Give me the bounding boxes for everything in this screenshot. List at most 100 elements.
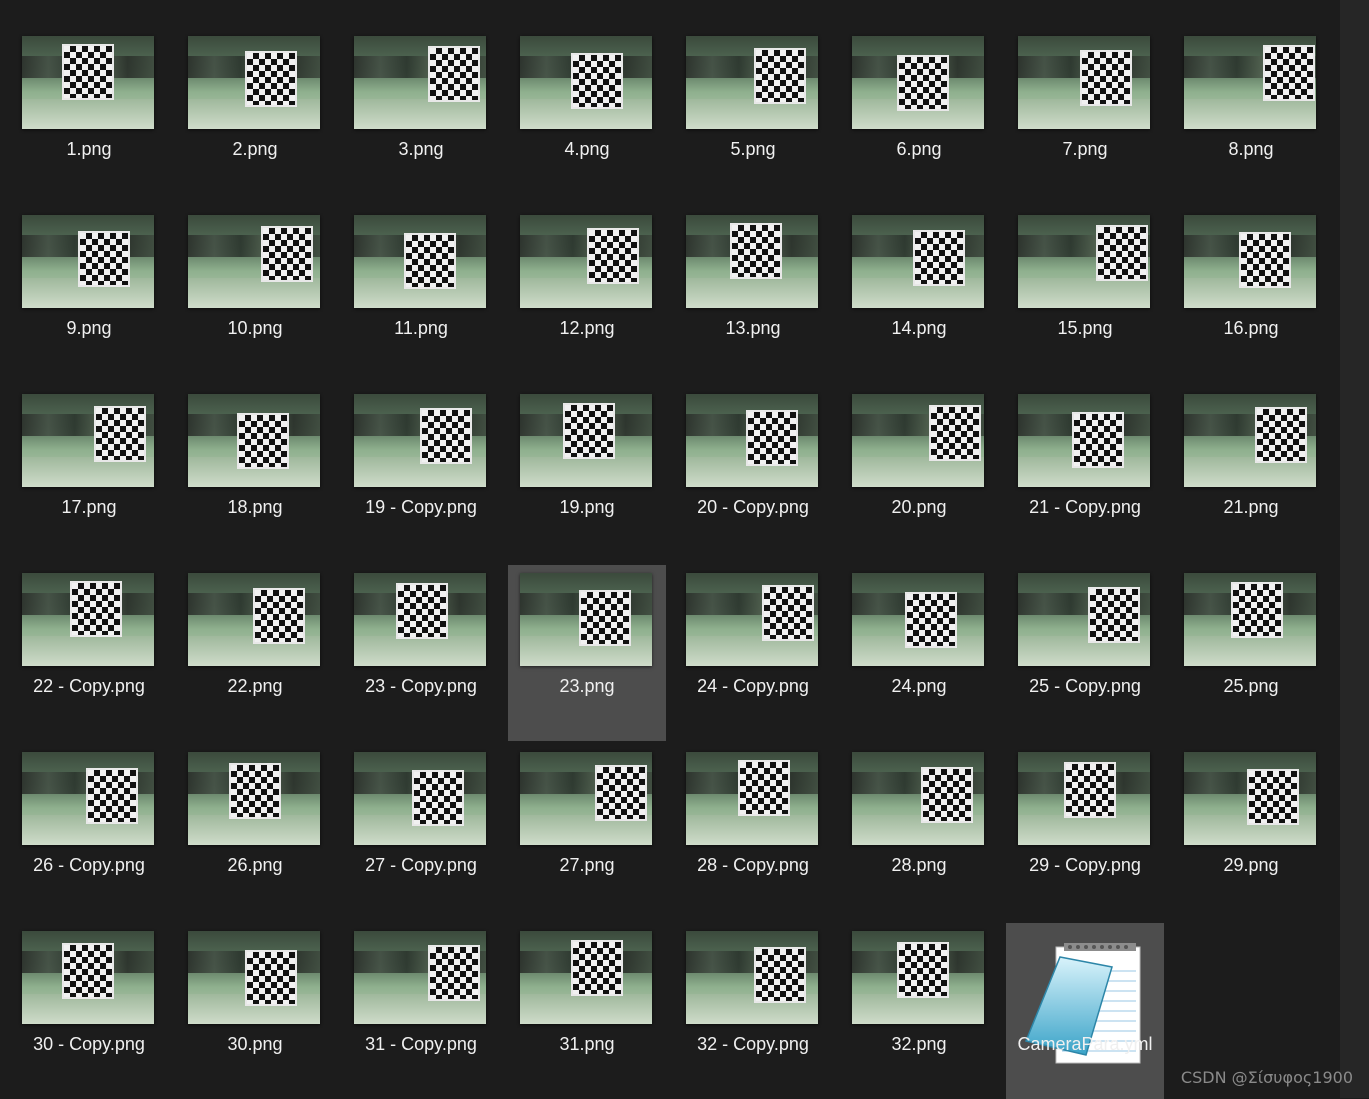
checkerboard-pattern — [595, 765, 647, 821]
file-name-label: CameraPara.yml — [1017, 1034, 1153, 1054]
file-name-label: 23 - Copy.png — [365, 676, 477, 696]
image-thumbnail — [1184, 36, 1316, 129]
file-item[interactable]: 5.png — [674, 28, 832, 204]
file-item[interactable]: 24.png — [840, 565, 998, 741]
file-item[interactable]: 17.png — [10, 386, 168, 562]
image-thumbnail — [1018, 573, 1150, 666]
file-item[interactable]: 28 - Copy.png — [674, 744, 832, 920]
image-thumbnail — [852, 752, 984, 845]
file-item[interactable]: 25.png — [1172, 565, 1330, 741]
file-name-label: 30.png — [227, 1034, 283, 1054]
file-item[interactable]: 23.png — [508, 565, 666, 741]
file-item[interactable]: 25 - Copy.png — [1006, 565, 1164, 741]
image-thumbnail — [686, 752, 818, 845]
file-item[interactable]: 26 - Copy.png — [10, 744, 168, 920]
image-thumbnail — [520, 752, 652, 845]
file-item[interactable]: 6.png — [840, 28, 998, 204]
file-name-label: 25 - Copy.png — [1029, 676, 1141, 696]
file-item[interactable]: 29.png — [1172, 744, 1330, 920]
checkerboard-pattern — [1263, 45, 1315, 101]
file-name-label: 28.png — [891, 855, 947, 875]
file-item[interactable]: 19 - Copy.png — [342, 386, 500, 562]
file-item[interactable]: 29 - Copy.png — [1006, 744, 1164, 920]
image-thumbnail — [22, 752, 154, 845]
image-thumbnail — [354, 394, 486, 487]
file-item[interactable]: 27 - Copy.png — [342, 744, 500, 920]
file-item[interactable]: 22 - Copy.png — [10, 565, 168, 741]
file-item[interactable]: 12.png — [508, 207, 666, 383]
image-thumbnail — [686, 931, 818, 1024]
file-item[interactable]: 10.png — [176, 207, 334, 383]
file-item[interactable]: 23 - Copy.png — [342, 565, 500, 741]
image-thumbnail — [520, 573, 652, 666]
file-item[interactable]: 18.png — [176, 386, 334, 562]
file-name-label: 32 - Copy.png — [697, 1034, 809, 1054]
file-item[interactable]: 32.png — [840, 923, 998, 1099]
file-name-label: 6.png — [896, 139, 942, 159]
image-thumbnail — [354, 931, 486, 1024]
checkerboard-pattern — [1080, 50, 1132, 106]
checkerboard-pattern — [1096, 225, 1148, 281]
image-thumbnail — [686, 215, 818, 308]
file-item[interactable]: 31 - Copy.png — [342, 923, 500, 1099]
file-item[interactable]: 14.png — [840, 207, 998, 383]
checkerboard-pattern — [571, 53, 623, 109]
checkerboard-pattern — [261, 226, 313, 282]
file-item[interactable]: CameraPara.yml — [1006, 923, 1164, 1099]
checkerboard-pattern — [412, 770, 464, 826]
image-thumbnail — [520, 215, 652, 308]
file-item[interactable]: 32 - Copy.png — [674, 923, 832, 1099]
file-name-label: 19.png — [559, 497, 615, 517]
file-item[interactable]: 26.png — [176, 744, 334, 920]
file-item[interactable]: 30 - Copy.png — [10, 923, 168, 1099]
checkerboard-pattern — [1072, 412, 1124, 468]
file-item[interactable]: 16.png — [1172, 207, 1330, 383]
image-thumbnail — [354, 573, 486, 666]
file-item[interactable]: 8.png — [1172, 28, 1330, 204]
file-item[interactable]: 7.png — [1006, 28, 1164, 204]
file-item[interactable]: 2.png — [176, 28, 334, 204]
file-item[interactable]: 9.png — [10, 207, 168, 383]
image-thumbnail — [852, 36, 984, 129]
image-thumbnail — [520, 394, 652, 487]
file-item[interactable]: 3.png — [342, 28, 500, 204]
scrollbar[interactable] — [1340, 0, 1369, 1098]
file-name-label: 32.png — [891, 1034, 947, 1054]
checkerboard-pattern — [579, 590, 631, 646]
file-item[interactable]: 21 - Copy.png — [1006, 386, 1164, 562]
checkerboard-pattern — [396, 583, 448, 639]
file-item[interactable]: 28.png — [840, 744, 998, 920]
file-item[interactable]: 31.png — [508, 923, 666, 1099]
image-thumbnail — [1184, 215, 1316, 308]
file-item[interactable]: 20.png — [840, 386, 998, 562]
file-name-label: 2.png — [232, 139, 278, 159]
file-item[interactable]: 21.png — [1172, 386, 1330, 562]
file-item[interactable]: 19.png — [508, 386, 666, 562]
image-thumbnail — [1184, 394, 1316, 487]
checkerboard-pattern — [1247, 769, 1299, 825]
file-name-label: 11.png — [394, 318, 448, 338]
file-name-label: 29.png — [1223, 855, 1279, 875]
checkerboard-pattern — [62, 943, 114, 999]
file-item[interactable]: 20 - Copy.png — [674, 386, 832, 562]
checkerboard-pattern — [754, 947, 806, 1003]
checkerboard-pattern — [78, 231, 130, 287]
file-item[interactable]: 15.png — [1006, 207, 1164, 383]
file-item[interactable]: 4.png — [508, 28, 666, 204]
file-item[interactable]: 27.png — [508, 744, 666, 920]
file-item[interactable]: 13.png — [674, 207, 832, 383]
file-item[interactable]: 24 - Copy.png — [674, 565, 832, 741]
checkerboard-pattern — [253, 588, 305, 644]
file-item[interactable]: 30.png — [176, 923, 334, 1099]
image-thumbnail — [520, 36, 652, 129]
image-thumbnail — [354, 215, 486, 308]
image-thumbnail — [22, 215, 154, 308]
file-name-label: 22.png — [227, 676, 283, 696]
file-item[interactable]: 22.png — [176, 565, 334, 741]
image-thumbnail — [188, 394, 320, 487]
file-name-label: 27.png — [559, 855, 615, 875]
file-item[interactable]: 1.png — [10, 28, 168, 204]
file-name-label: 14.png — [891, 318, 947, 338]
file-item[interactable]: 11.png — [342, 207, 500, 383]
image-thumbnail — [1018, 394, 1150, 487]
